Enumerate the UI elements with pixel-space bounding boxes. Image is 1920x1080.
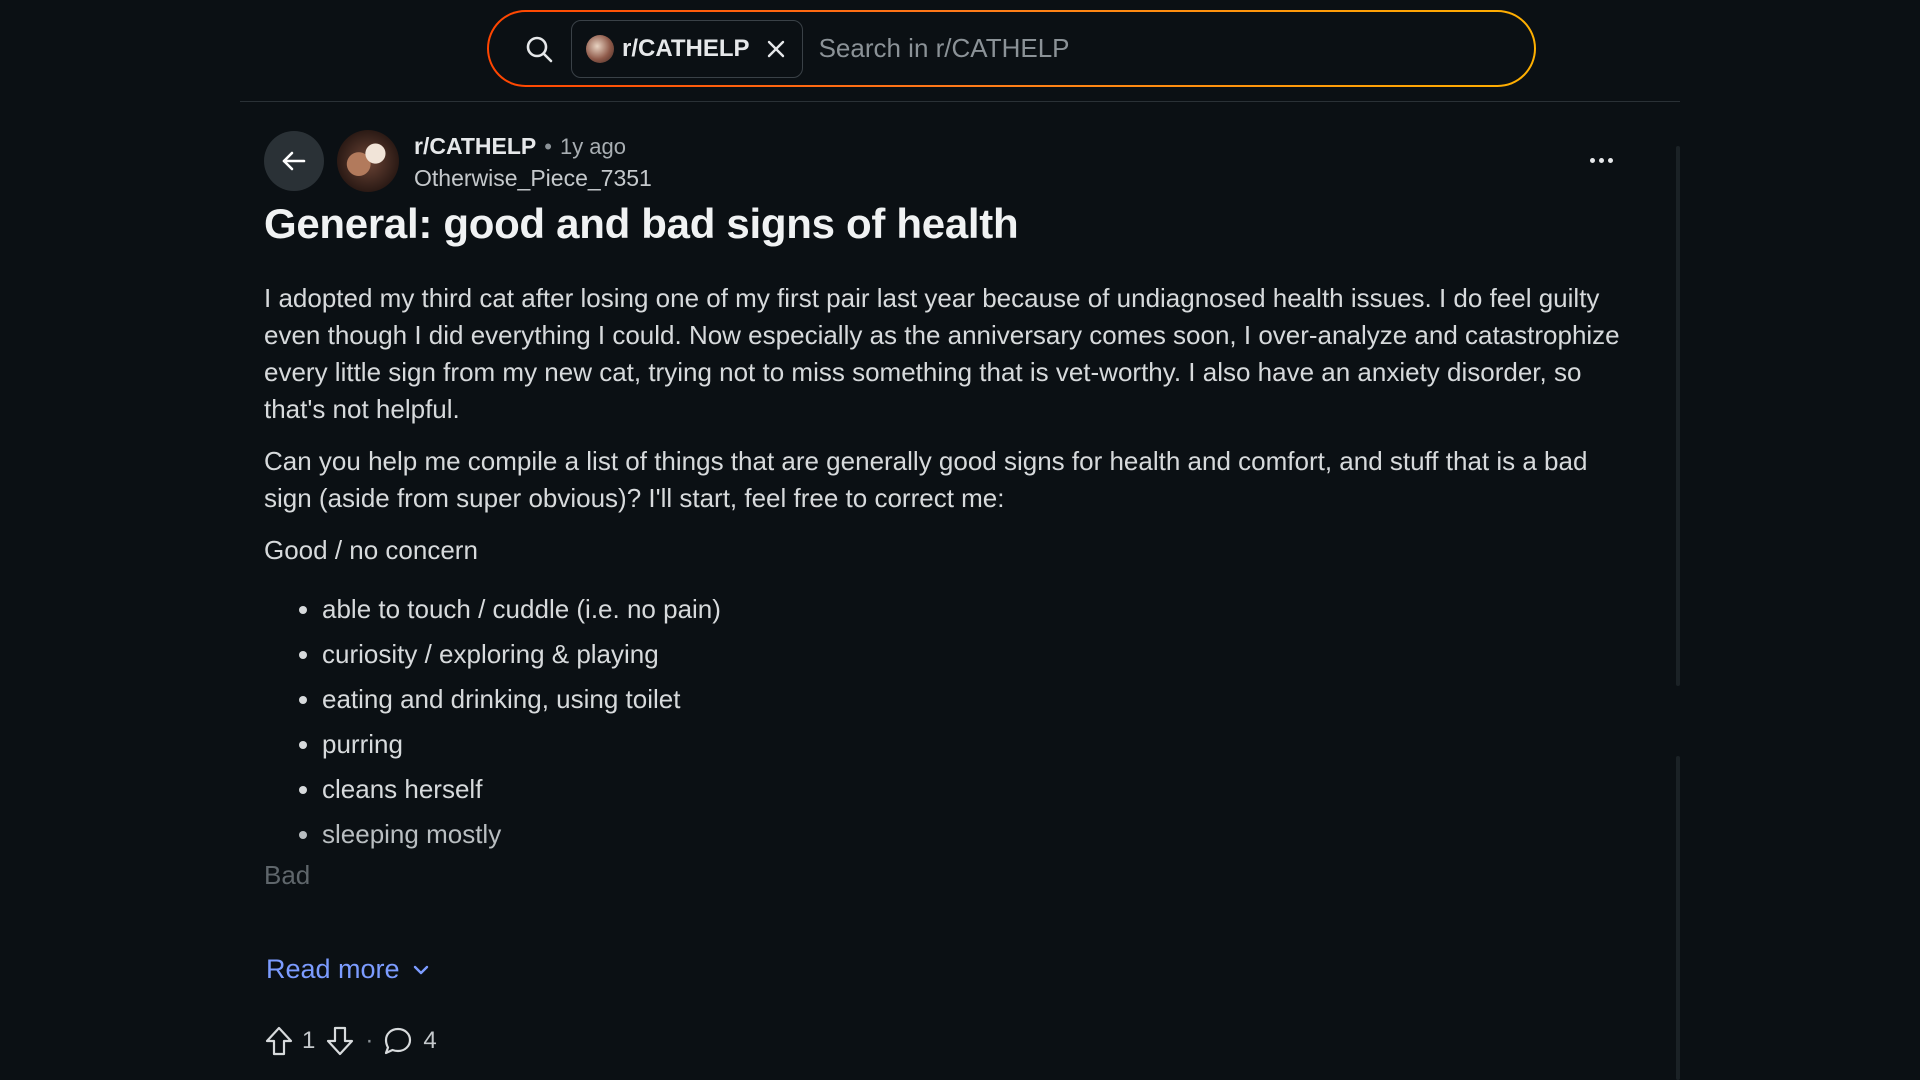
- post-body: I adopted my third cat after losing one …: [264, 280, 1624, 909]
- search-scope-label: r/CATHELP: [622, 34, 750, 62]
- scroll-rail: [1676, 146, 1680, 686]
- list-item: purring: [322, 722, 1624, 767]
- post-meta: r/CATHELP • 1y ago Otherwise_Piece_7351: [414, 133, 652, 192]
- post-title: General: good and bad signs of health: [264, 200, 1019, 247]
- upvote-arrow-icon[interactable]: [264, 1026, 294, 1056]
- post-paragraph: Good / no concern: [264, 535, 478, 565]
- read-more-label: Read more: [266, 954, 400, 984]
- bad-heading: Bad: [264, 860, 311, 890]
- downvote-arrow-icon[interactable]: [325, 1026, 355, 1056]
- more-horizontal-icon-dot: [1589, 157, 1595, 163]
- list-item: cleans herself: [322, 767, 1624, 812]
- arrow-left-icon: [279, 146, 309, 176]
- comment-count[interactable]: 4: [423, 1027, 436, 1055]
- post-meta-row: r/CATHELP • 1y ago: [414, 133, 652, 160]
- header-divider: [240, 101, 1680, 102]
- close-icon[interactable]: [764, 37, 788, 61]
- search-input[interactable]: [816, 32, 1534, 65]
- read-more-button[interactable]: Read more: [266, 954, 430, 985]
- post-age: 1y ago: [559, 134, 627, 159]
- list-item: able to touch / cuddle (i.e. no pain): [322, 587, 1624, 632]
- post-paragraph: I adopted my third cat after losing one …: [264, 283, 1620, 424]
- community-avatar-small: [586, 34, 614, 63]
- post-actions: 1 · 4: [264, 1026, 437, 1056]
- search-scope-chip[interactable]: r/CATHELP: [571, 19, 803, 78]
- community-name-link[interactable]: r/CATHELP: [414, 133, 536, 160]
- chevron-down-icon: [412, 961, 430, 979]
- search-bar[interactable]: r/CATHELP: [487, 10, 1536, 87]
- meta-separator: •: [544, 134, 552, 159]
- search-bar-inner: r/CATHELP: [489, 12, 1534, 85]
- author-link[interactable]: Otherwise_Piece_7351: [414, 165, 652, 192]
- comment-bubble-icon[interactable]: [383, 1026, 413, 1056]
- post-paragraph: Can you help me compile a list of things…: [264, 446, 1588, 513]
- more-horizontal-icon-dot: [1598, 157, 1604, 163]
- good-signs-list: able to touch / cuddle (i.e. no pain) cu…: [264, 587, 1624, 857]
- vote-count: 1: [302, 1027, 316, 1054]
- action-separator: ·: [365, 1027, 374, 1054]
- more-options-button[interactable]: [1586, 148, 1616, 172]
- search-icon[interactable]: [523, 33, 555, 65]
- back-button[interactable]: [264, 131, 324, 191]
- list-item: sleeping mostly: [322, 812, 1624, 857]
- list-item: eating and drinking, using toilet: [322, 677, 1624, 722]
- more-horizontal-icon-dot: [1607, 157, 1613, 163]
- scroll-rail-lower: [1676, 756, 1680, 1080]
- list-item: curiosity / exploring & playing: [322, 632, 1624, 677]
- community-avatar[interactable]: [337, 130, 399, 192]
